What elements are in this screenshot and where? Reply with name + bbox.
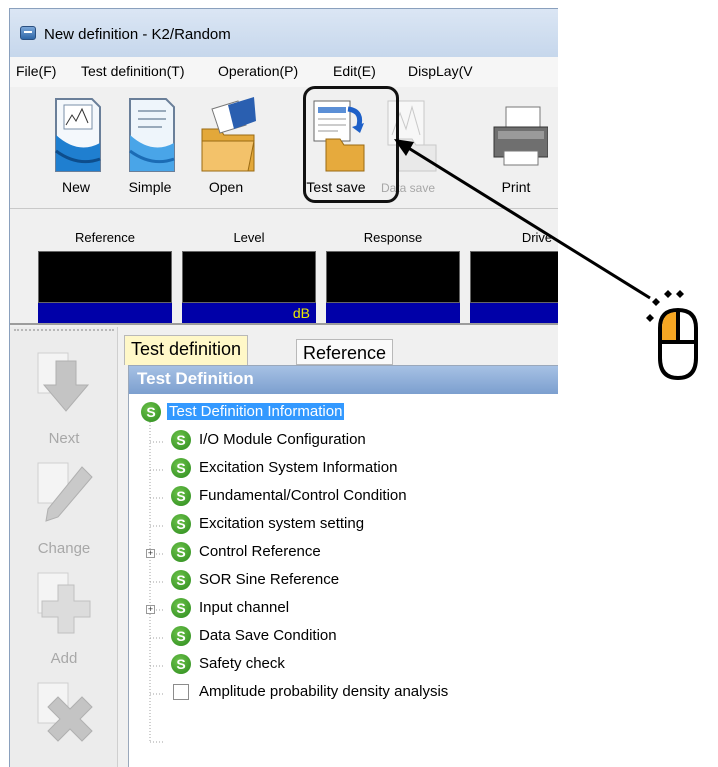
menu-edit[interactable]: Edit(E) bbox=[333, 63, 376, 79]
tree-item-input-channel[interactable]: S Input channel bbox=[171, 595, 551, 623]
status-s-icon: S bbox=[171, 542, 191, 562]
tree-item-io-module-configuration[interactable]: S I/O Module Configuration bbox=[171, 427, 551, 455]
drive-display bbox=[470, 251, 558, 303]
status-s-icon: S bbox=[171, 598, 191, 618]
tree-item-amplitude-probability-density-analysis[interactable]: Amplitude probability density analysis bbox=[171, 679, 551, 707]
simple-document-icon bbox=[129, 98, 175, 172]
tree-item-label: Input channel bbox=[199, 599, 290, 616]
delete-x-icon bbox=[37, 682, 93, 742]
mouse-left-click-icon bbox=[646, 290, 698, 381]
tree-item-data-save-condition[interactable]: S Data Save Condition bbox=[171, 623, 551, 651]
status-s-icon: S bbox=[171, 458, 191, 478]
open-label: Open bbox=[208, 179, 244, 195]
side-toolbar: Next Change Add bbox=[10, 327, 118, 767]
reference-label: Reference bbox=[75, 230, 135, 245]
change-label: Change bbox=[37, 540, 91, 557]
tree-item-label: Test Definition Information bbox=[167, 403, 345, 420]
reference-unit bbox=[38, 303, 172, 323]
print-button[interactable]: Print bbox=[480, 91, 552, 201]
next-arrow-icon bbox=[37, 352, 90, 412]
level-label: Level bbox=[233, 230, 265, 245]
expand-input-channel-icon[interactable]: + bbox=[146, 605, 155, 614]
expand-control-reference-icon[interactable]: + bbox=[146, 549, 155, 558]
title-bar: New definition - K2/Random bbox=[10, 9, 558, 57]
status-s-icon: S bbox=[171, 654, 191, 674]
next-button[interactable]: Next bbox=[16, 351, 112, 461]
window-title: New definition - K2/Random bbox=[44, 26, 231, 43]
test-save-highlight bbox=[303, 86, 399, 203]
simple-button[interactable]: Simple bbox=[114, 91, 186, 201]
add-label: Add bbox=[50, 650, 78, 667]
tree-item-label: Safety check bbox=[199, 655, 285, 672]
tree-item-excitation-system-information[interactable]: S Excitation System Information bbox=[171, 455, 551, 483]
tree-item-label: I/O Module Configuration bbox=[199, 431, 366, 448]
simple-label: Simple bbox=[128, 179, 172, 195]
status-s-icon: S bbox=[171, 570, 191, 590]
next-label: Next bbox=[48, 430, 80, 447]
main-window: New definition - K2/Random File(F) Test … bbox=[9, 8, 558, 767]
response-unit bbox=[326, 303, 460, 323]
menu-file[interactable]: File(F) bbox=[16, 63, 56, 79]
status-s-icon: S bbox=[171, 430, 191, 450]
analysis-checkbox[interactable] bbox=[173, 684, 189, 700]
tree-item-label: Data Save Condition bbox=[199, 627, 337, 644]
tree-item-fundamental-control-condition[interactable]: S Fundamental/Control Condition bbox=[171, 483, 551, 511]
tree-item-label: SOR Sine Reference bbox=[199, 571, 340, 588]
level-unit: dB bbox=[182, 303, 316, 323]
reference-display bbox=[38, 251, 172, 303]
open-button[interactable]: Open bbox=[190, 91, 262, 201]
tree-item-control-reference[interactable]: S Control Reference bbox=[171, 539, 551, 567]
drive-label: Drive bbox=[521, 230, 553, 245]
tree-item-safety-check[interactable]: S Safety check bbox=[171, 651, 551, 679]
menu-bar: File(F) Test definition(T) Operation(P) … bbox=[10, 57, 558, 87]
app-icon bbox=[20, 26, 36, 40]
tree-item-test-definition-information[interactable]: S Test Definition Information bbox=[141, 399, 551, 427]
change-button[interactable]: Change bbox=[16, 461, 112, 571]
tree-item-excitation-system-setting[interactable]: S Excitation system setting bbox=[171, 511, 551, 539]
drive-unit: mV bbox=[470, 303, 558, 323]
status-s-icon: S bbox=[141, 402, 161, 422]
delete-button[interactable] bbox=[16, 681, 112, 767]
menu-operation[interactable]: Operation(P) bbox=[218, 63, 298, 79]
tab-strip: Test definition Reference bbox=[122, 331, 558, 365]
status-s-icon: S bbox=[171, 486, 191, 506]
monitor-panel: Reference Level Response Drive dB mV bbox=[10, 209, 558, 325]
panel-header: Test Definition bbox=[129, 366, 558, 394]
menu-display[interactable]: DispLay(V bbox=[408, 63, 473, 79]
response-label: Response bbox=[363, 230, 423, 245]
tree-item-label: Control Reference bbox=[199, 543, 321, 560]
add-button[interactable]: Add bbox=[16, 571, 112, 681]
tree-item-label: Excitation system setting bbox=[199, 515, 365, 532]
printer-icon bbox=[493, 106, 548, 166]
new-document-icon bbox=[55, 98, 101, 172]
menu-test-definition[interactable]: Test definition(T) bbox=[81, 63, 184, 79]
tab-reference[interactable]: Reference bbox=[296, 339, 394, 365]
test-definition-panel: Test Definition S Test Definition Inform… bbox=[128, 365, 558, 767]
level-display bbox=[182, 251, 316, 303]
print-label: Print bbox=[501, 179, 531, 195]
response-display bbox=[326, 251, 460, 303]
tree-item-label: Fundamental/Control Condition bbox=[199, 487, 407, 504]
tree-item-sor-sine-reference[interactable]: S SOR Sine Reference bbox=[171, 567, 551, 595]
toolbar-grip[interactable] bbox=[14, 329, 114, 333]
status-s-icon: S bbox=[171, 514, 191, 534]
tree-item-label: Excitation System Information bbox=[199, 459, 398, 476]
pencil-icon bbox=[37, 462, 93, 522]
toolbar: New Simple Open Test save Data save Prin… bbox=[10, 87, 558, 209]
status-s-icon: S bbox=[171, 626, 191, 646]
new-button[interactable]: New bbox=[40, 91, 112, 201]
tab-test-definition[interactable]: Test definition bbox=[124, 335, 249, 365]
tree-item-label: Amplitude probability density analysis bbox=[199, 683, 449, 700]
definition-tree: S Test Definition Information S I/O Modu… bbox=[129, 396, 558, 766]
new-label: New bbox=[61, 179, 90, 195]
open-folder-icon bbox=[201, 97, 256, 172]
plus-icon bbox=[37, 572, 91, 634]
